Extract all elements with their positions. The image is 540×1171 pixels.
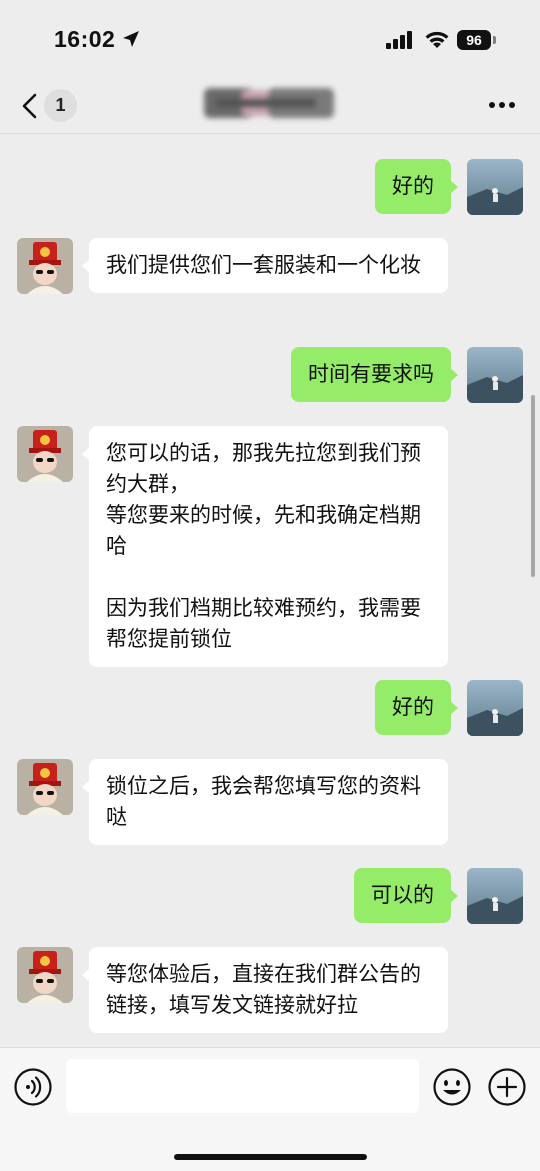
- scroll-indicator[interactable]: [531, 395, 535, 577]
- home-indicator: [174, 1154, 367, 1160]
- emoji-icon[interactable]: [432, 1067, 472, 1107]
- battery-tip: [493, 36, 496, 44]
- message-input[interactable]: [66, 1059, 419, 1113]
- message-bubble-sent[interactable]: 可以的: [354, 868, 458, 923]
- message-bubble-sent[interactable]: 好的: [375, 680, 458, 735]
- my-avatar[interactable]: [467, 868, 523, 924]
- message-bubble-sent[interactable]: 好的: [375, 159, 458, 214]
- unread-count-badge[interactable]: 1: [44, 89, 77, 122]
- chevron-left-icon[interactable]: [20, 92, 40, 120]
- message-bubble-sent[interactable]: 时间有要求吗: [291, 347, 458, 402]
- message-bubble-received[interactable]: 锁位之后，我会帮您填写您的资料哒: [82, 759, 448, 845]
- plus-icon[interactable]: [487, 1067, 527, 1107]
- my-avatar[interactable]: [467, 347, 523, 403]
- contact-avatar[interactable]: [17, 426, 73, 482]
- more-dots-icon[interactable]: [488, 101, 516, 109]
- wifi-icon: [425, 31, 449, 48]
- status-time: 16:02: [54, 26, 116, 52]
- my-avatar[interactable]: [467, 159, 523, 215]
- contact-avatar[interactable]: [17, 238, 73, 294]
- message-bubble-received[interactable]: 我们提供您们一套服装和一个化妆: [82, 238, 448, 293]
- contact-avatar[interactable]: [17, 759, 73, 815]
- contact-name-redacted[interactable]: [196, 80, 344, 130]
- my-avatar[interactable]: [467, 680, 523, 736]
- cellular-signal-icon: [386, 31, 412, 49]
- battery-indicator: 96: [457, 30, 491, 50]
- voice-icon[interactable]: [13, 1067, 53, 1107]
- message-bubble-received[interactable]: 等您体验后，直接在我们群公告的链接，填写发文链接就好拉: [82, 947, 448, 1033]
- input-bar: [0, 1047, 540, 1171]
- location-arrow-icon: [123, 31, 139, 47]
- message-bubble-received[interactable]: 您可以的话，那我先拉您到我们预约大群， 等您要来的时候，先和我确定档期哈 因为我…: [82, 426, 448, 667]
- chat-header: 1: [0, 80, 540, 134]
- contact-avatar[interactable]: [17, 947, 73, 1003]
- status-bar: 16:02 96: [0, 0, 540, 80]
- message-list[interactable]: 好的 我们提供您们一套服装和一个化妆 时间有要求吗 您可以的话，那我先拉您到我们…: [0, 134, 540, 1047]
